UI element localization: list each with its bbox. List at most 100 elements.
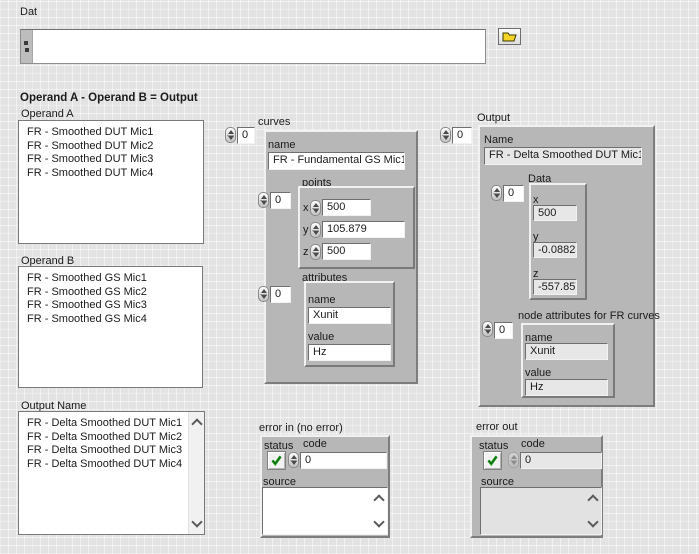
decrement-icon[interactable] (261, 201, 267, 205)
curves-index-spinner[interactable] (225, 127, 236, 143)
increment-icon[interactable] (291, 455, 297, 459)
chevron-down-icon[interactable] (191, 516, 202, 527)
increment-icon[interactable] (485, 324, 491, 328)
attribute-name-label: name (308, 294, 336, 306)
data-x-field: 500 (533, 205, 577, 221)
decrement-icon[interactable] (313, 209, 319, 213)
error-in-code-spinner[interactable] (288, 452, 299, 468)
data-index-spinner[interactable] (491, 185, 502, 201)
data-index-field[interactable]: 0 (503, 185, 524, 202)
list-item[interactable]: FR - Smoothed GS Mic3 (19, 299, 202, 313)
operand-a-label: Operand A (21, 108, 74, 120)
curve-name-field[interactable]: FR - Fundamental GS Mic1 (268, 152, 405, 170)
points-index-spinner[interactable] (258, 192, 269, 208)
point-y-field[interactable]: 105.879 (322, 221, 405, 238)
error-in-source-field[interactable] (262, 487, 388, 535)
output-name-listbox[interactable]: FR - Delta Smoothed DUT Mic1 FR - Delta … (18, 411, 205, 535)
error-out-status-indicator (483, 451, 502, 470)
error-in-status-checkbox[interactable] (267, 451, 286, 470)
node-attributes-index-field[interactable]: 0 (494, 322, 513, 339)
output-index-field[interactable]: 0 (452, 127, 472, 144)
chevron-down-icon[interactable] (587, 516, 598, 527)
decrement-icon[interactable] (291, 461, 297, 465)
point-x-field[interactable]: 500 (322, 199, 371, 216)
decrement-icon[interactable] (485, 330, 491, 334)
attribute-value-label: value (308, 331, 334, 343)
error-in-code-field[interactable]: 0 (300, 452, 387, 469)
path-type-strip (21, 30, 33, 63)
decrement-icon[interactable] (228, 136, 234, 140)
data-z-field: -557.857 (533, 279, 577, 295)
operand-a-listbox[interactable]: FR - Smoothed DUT Mic1 FR - Smoothed DUT… (18, 120, 204, 244)
error-out-code-spinner (508, 452, 519, 468)
increment-icon[interactable] (261, 289, 267, 293)
increment-icon (511, 455, 517, 459)
error-out-source-field (480, 487, 602, 535)
path-glyph-icon (23, 41, 30, 53)
increment-icon[interactable] (494, 188, 500, 192)
list-item[interactable]: FR - Smoothed GS Mic2 (19, 286, 202, 300)
output-index-spinner[interactable] (440, 127, 451, 143)
decrement-icon[interactable] (494, 194, 500, 198)
list-item[interactable]: FR - Delta Smoothed DUT Mic4 (19, 458, 204, 472)
decrement-icon[interactable] (313, 231, 319, 235)
points-index-field[interactable]: 0 (270, 192, 291, 209)
increment-icon[interactable] (313, 225, 319, 229)
decrement-icon[interactable] (313, 253, 319, 257)
file-path-input[interactable] (20, 29, 486, 64)
operand-b-listbox[interactable]: FR - Smoothed GS Mic1 FR - Smoothed GS M… (18, 266, 203, 388)
increment-icon[interactable] (313, 203, 319, 207)
point-x-label: x (303, 202, 309, 214)
point-y-spinner[interactable] (310, 222, 321, 238)
chevron-down-icon[interactable] (373, 516, 384, 527)
scrollbar[interactable] (188, 412, 204, 534)
attribute-name-field[interactable]: Xunit (308, 307, 391, 324)
point-x-spinner[interactable] (310, 200, 321, 216)
list-item[interactable]: FR - Delta Smoothed DUT Mic1 (19, 417, 204, 431)
output-name-field-label: Name (484, 134, 513, 146)
folder-icon (502, 31, 517, 42)
list-item[interactable]: FR - Smoothed DUT Mic1 (19, 126, 203, 140)
increment-icon[interactable] (261, 195, 267, 199)
error-out-code-field: 0 (520, 452, 602, 469)
list-item[interactable]: FR - Smoothed GS Mic4 (19, 313, 202, 327)
check-icon (270, 454, 283, 467)
check-icon (486, 454, 499, 467)
increment-icon[interactable] (443, 130, 449, 134)
error-in-code-label: code (303, 438, 327, 450)
chevron-up-icon[interactable] (587, 494, 598, 505)
decrement-icon[interactable] (443, 136, 449, 140)
node-attribute-name-field: Xunit (525, 343, 608, 360)
curves-index-field[interactable]: 0 (237, 127, 255, 144)
node-attributes-index-spinner[interactable] (482, 321, 493, 337)
section-title: Operand A - Operand B = Output (20, 92, 198, 104)
node-attribute-value-field: Hz (525, 379, 608, 396)
point-z-spinner[interactable] (310, 244, 321, 260)
decrement-icon[interactable] (261, 295, 267, 299)
list-item[interactable]: FR - Delta Smoothed DUT Mic3 (19, 444, 204, 458)
list-item[interactable]: FR - Smoothed DUT Mic4 (19, 167, 203, 181)
path-control-label: Dat (20, 6, 37, 18)
point-y-label: y (303, 224, 309, 236)
browse-button[interactable] (498, 28, 521, 45)
list-item[interactable]: FR - Smoothed DUT Mic2 (19, 140, 203, 154)
output-name-field: FR - Delta Smoothed DUT Mic1 (484, 147, 642, 165)
data-y-field: -0.08823 (533, 242, 577, 258)
increment-icon[interactable] (228, 130, 234, 134)
curve-name-label: name (268, 139, 296, 151)
chevron-up-icon[interactable] (191, 418, 202, 429)
point-z-field[interactable]: 500 (322, 243, 371, 260)
list-item[interactable]: FR - Smoothed DUT Mic3 (19, 153, 203, 167)
attributes-index-spinner[interactable] (258, 286, 269, 302)
attribute-value-field[interactable]: Hz (308, 344, 391, 361)
attributes-index-field[interactable]: 0 (270, 286, 291, 303)
increment-icon[interactable] (313, 247, 319, 251)
error-in-label: error in (no error) (259, 422, 343, 434)
point-z-label: z (303, 246, 309, 258)
chevron-up-icon[interactable] (373, 494, 384, 505)
output-cluster-label: Output (477, 112, 510, 124)
list-item[interactable]: FR - Delta Smoothed DUT Mic2 (19, 431, 204, 445)
node-attribute-value-label: value (525, 367, 551, 379)
list-item[interactable]: FR - Smoothed GS Mic1 (19, 272, 202, 286)
curves-cluster-label: curves (258, 116, 290, 128)
